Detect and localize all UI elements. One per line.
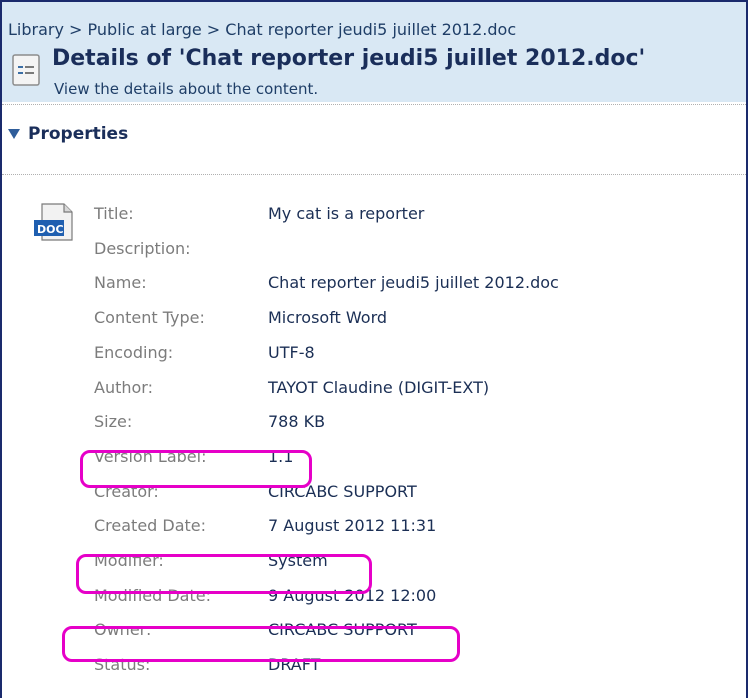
breadcrumb-item-document[interactable]: Chat reporter jeudi5 juillet 2012.doc (225, 20, 516, 39)
property-label: Size: (94, 412, 133, 432)
property-row: Name: Chat reporter jeudi5 juillet 2012.d… (0, 267, 748, 301)
property-value: UTF-8 (268, 342, 315, 362)
property-label: Description: (94, 238, 191, 258)
breadcrumb-separator: > (206, 20, 221, 39)
page-subtitle: View the details about the content. (54, 80, 319, 98)
highlight-version-label (80, 450, 312, 488)
property-row: Created Date: 7 August 2012 11:31 (0, 510, 748, 544)
highlight-owner (62, 626, 460, 662)
property-row: Size: 788 KB (0, 406, 748, 440)
document-details-icon (12, 54, 40, 86)
divider (2, 174, 746, 175)
property-value: My cat is a reporter (268, 204, 425, 223)
property-row: Encoding: UTF-8 (0, 337, 748, 371)
property-value: Microsoft Word (268, 308, 388, 328)
property-value: TAYOT Claudine (DIGIT-EXT) (268, 377, 490, 397)
property-row: Author: TAYOT Claudine (DIGIT-EXT) (0, 372, 748, 406)
breadcrumb: Library > Public at large > Chat reporte… (8, 20, 516, 39)
property-label: Name: (94, 273, 147, 293)
divider (2, 104, 746, 105)
property-label: Encoding: (94, 342, 174, 362)
property-label: Author: (94, 377, 153, 397)
property-value: 7 August 2012 11:31 (268, 516, 437, 536)
property-label: Content Type: (94, 308, 205, 328)
page-header: Library > Public at large > Chat reporte… (2, 2, 746, 102)
breadcrumb-separator: > (69, 20, 83, 39)
property-label: Title: (94, 204, 134, 223)
triangle-down-icon[interactable] (6, 126, 22, 142)
property-value: 788 KB (268, 412, 326, 432)
property-row: Title: My cat is a reporter (0, 198, 748, 232)
property-row: Content Type: Microsoft Word (0, 302, 748, 336)
properties-heading[interactable]: Properties (28, 124, 128, 144)
page-title: Details of 'Chat reporter jeudi5 juillet… (52, 46, 646, 71)
breadcrumb-item-library[interactable]: Library (8, 20, 64, 39)
property-label: Created Date: (94, 516, 207, 536)
property-value: Chat reporter jeudi5 juillet 2012.doc (268, 273, 559, 293)
highlight-modifier (76, 554, 372, 594)
breadcrumb-item-public[interactable]: Public at large (88, 20, 202, 39)
property-row: Description: (0, 233, 748, 267)
